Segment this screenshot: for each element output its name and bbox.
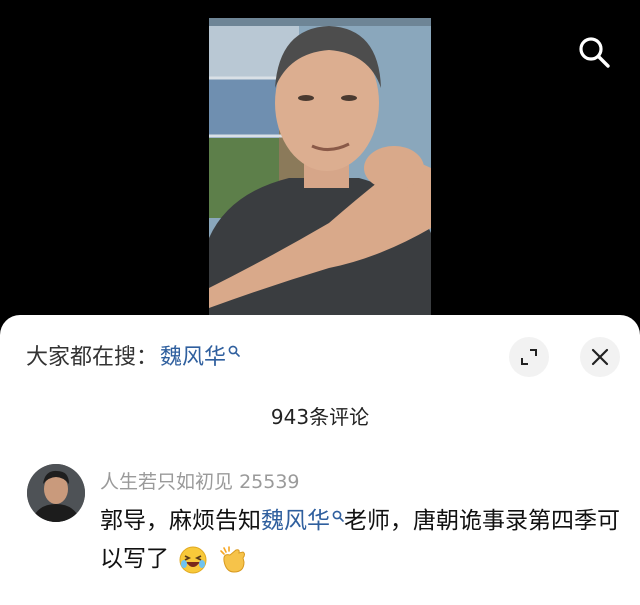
comment-text: 郭导，麻烦告知魏风华 老师，唐朝诡事录第四季可以写了 (100, 502, 620, 578)
comment-panel: 大家都在搜： 魏风华 943条评论 人生若只如初见 25539 郭导，麻烦告知魏… (0, 315, 640, 605)
user-number: 25539 (239, 471, 300, 493)
username[interactable]: 人生若只如初见 (100, 471, 233, 493)
video-still (209, 18, 431, 318)
hot-search-row[interactable]: 大家都在搜： 魏风华 (26, 339, 240, 371)
search-icon (228, 345, 240, 357)
clapping-hands-icon (219, 545, 245, 573)
laughing-face-icon (179, 546, 207, 573)
close-icon (591, 348, 609, 366)
expand-button[interactable] (509, 337, 549, 377)
expand-icon (521, 349, 537, 365)
search-icon (579, 37, 610, 68)
avatar-image (27, 464, 85, 522)
search-icon (332, 510, 344, 522)
comment-count: 943条评论 (270, 405, 370, 429)
close-button[interactable] (580, 337, 620, 377)
mention-link[interactable]: 魏风华 (261, 508, 330, 534)
video-search-button[interactable] (574, 32, 614, 72)
video-player[interactable] (0, 0, 640, 330)
video-frame[interactable] (209, 18, 431, 318)
comment-text-before: 郭导，麻烦告知 (100, 508, 261, 534)
comment-user[interactable]: 人生若只如初见 25539 (100, 467, 300, 494)
avatar[interactable] (27, 464, 85, 522)
hot-search-keyword[interactable]: 魏风华 (160, 339, 226, 371)
hot-search-prefix: 大家都在搜： (26, 345, 159, 370)
